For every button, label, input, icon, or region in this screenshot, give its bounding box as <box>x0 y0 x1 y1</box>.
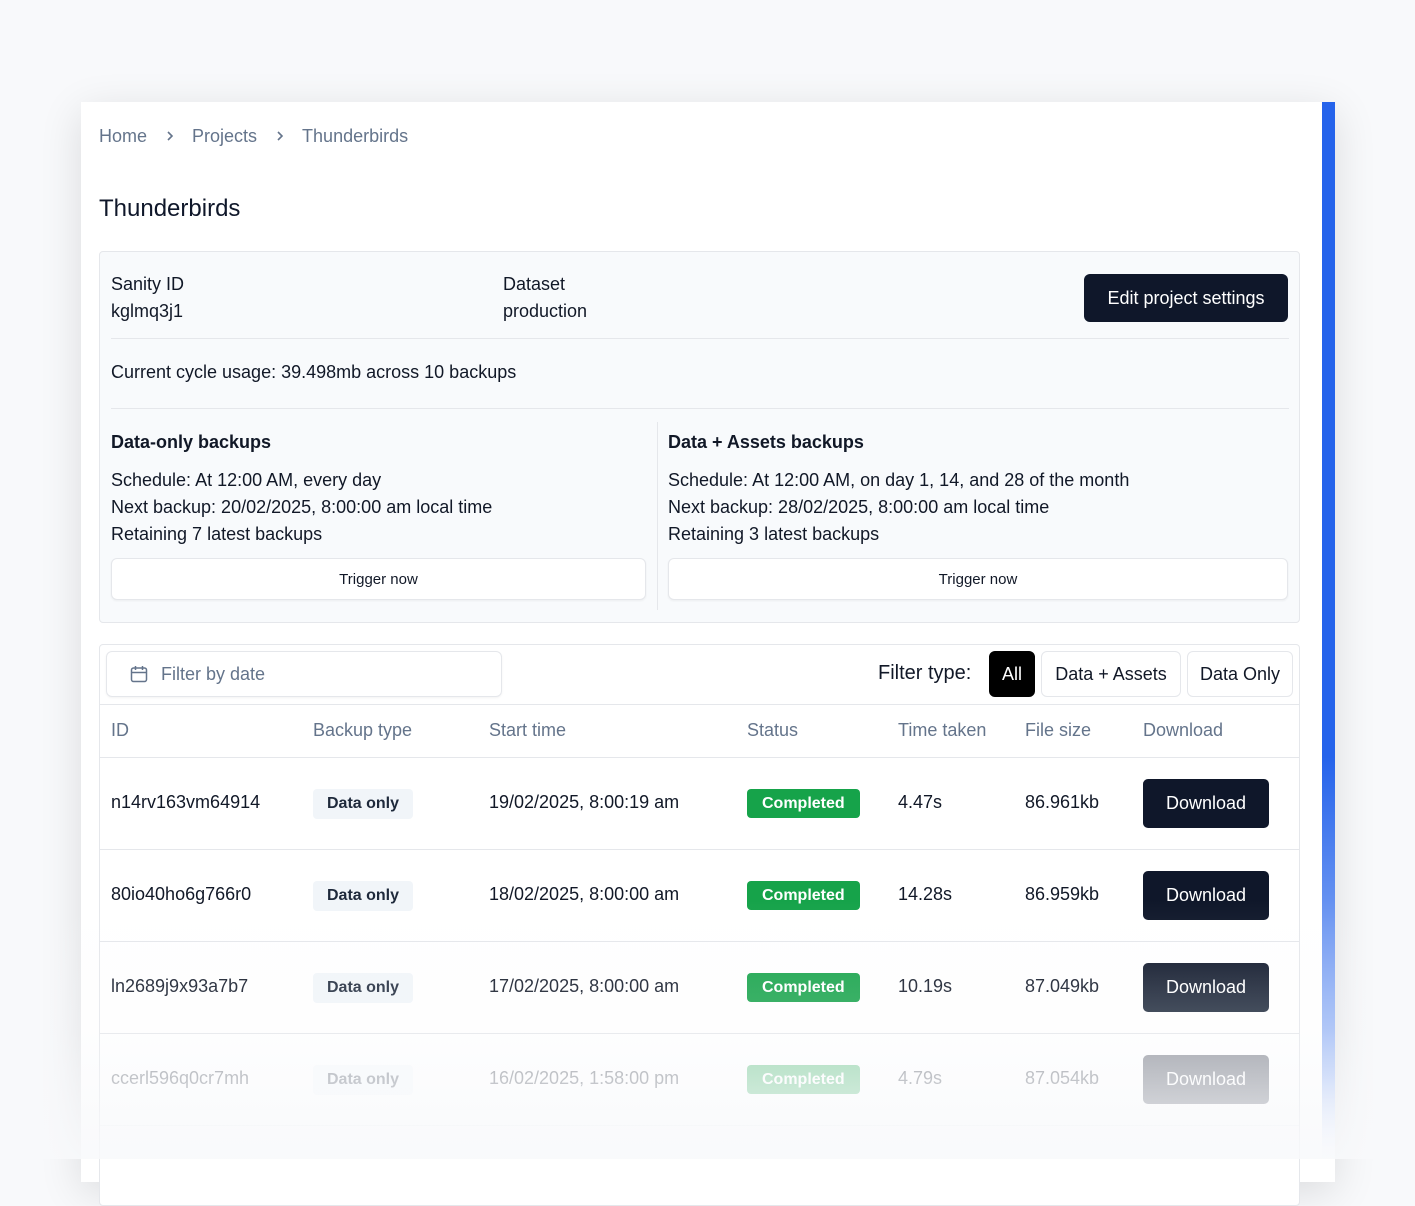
dataset-label: Dataset <box>503 274 566 294</box>
backups-table-card: Filter type: All Data + Assets Data Only… <box>99 644 1300 1206</box>
divider <box>111 408 1289 409</box>
backup-id: ln2689j9x93a7b7 <box>111 976 249 996</box>
filter-type-label: Filter type: <box>878 662 972 684</box>
header-file-size: File size <box>1025 720 1092 740</box>
divider <box>111 338 1289 339</box>
project-info-card: Sanity ID kglmq3j1 Dataset production Ed… <box>99 251 1300 623</box>
data-only-title: Data-only backups <box>111 432 272 452</box>
download-button[interactable]: Download <box>1143 1055 1269 1104</box>
dataset-value: production <box>503 301 588 321</box>
backup-id: 80io40ho6g766r0 <box>111 884 252 904</box>
usage-summary: Current cycle usage: 39.498mb across 10 … <box>111 362 517 382</box>
time-taken: 10.19s <box>898 976 953 996</box>
trigger-data-only-button[interactable]: Trigger now <box>111 558 646 600</box>
time-taken: 4.79s <box>898 1068 943 1088</box>
date-filter-input[interactable] <box>159 662 463 686</box>
status-badge: Completed <box>747 881 860 910</box>
column-divider <box>657 422 658 610</box>
header-status: Status <box>747 720 799 740</box>
download-button[interactable]: Download <box>1143 963 1269 1012</box>
data-only-retaining: Retaining 7 latest backups <box>111 524 323 544</box>
sanity-id-label: Sanity ID <box>111 274 185 294</box>
date-filter[interactable] <box>106 651 502 697</box>
sanity-id-value: kglmq3j1 <box>111 301 184 321</box>
edit-project-settings-button[interactable]: Edit project settings <box>1084 274 1288 322</box>
table-row: ccerl596q0cr7mh Data only 16/02/2025, 1:… <box>100 1034 1299 1126</box>
download-button[interactable]: Download <box>1143 871 1269 920</box>
breadcrumb-projects[interactable]: Projects <box>192 126 257 147</box>
time-taken: 14.28s <box>898 884 953 904</box>
filter-all-button[interactable]: All <box>989 651 1035 697</box>
backup-type-badge: Data only <box>313 1065 414 1095</box>
data-assets-schedule: Schedule: At 12:00 AM, on day 1, 14, and… <box>668 470 1130 490</box>
table-row: n14rv163vm64914 Data only 19/02/2025, 8:… <box>100 758 1299 850</box>
breadcrumb-home[interactable]: Home <box>99 126 147 147</box>
header-download: Download <box>1143 720 1224 740</box>
start-time: 18/02/2025, 8:00:00 am <box>489 884 680 904</box>
breadcrumb-current[interactable]: Thunderbirds <box>302 126 408 147</box>
start-time: 17/02/2025, 8:00:00 am <box>489 976 680 996</box>
backup-type-badge: Data only <box>313 789 414 819</box>
filter-data-only-button[interactable]: Data Only <box>1187 651 1293 697</box>
file-size: 87.054kb <box>1025 1068 1100 1088</box>
status-badge: Completed <box>747 1065 860 1094</box>
backup-id: ccerl596q0cr7mh <box>111 1068 250 1088</box>
chevron-right-icon <box>257 130 302 142</box>
backup-id: n14rv163vm64914 <box>111 792 261 812</box>
data-only-next: Next backup: 20/02/2025, 8:00:00 am loca… <box>111 497 493 517</box>
start-time: 19/02/2025, 8:00:19 am <box>489 792 680 812</box>
table-row: ln2689j9x93a7b7 Data only 17/02/2025, 8:… <box>100 942 1299 1034</box>
file-size: 87.049kb <box>1025 976 1100 996</box>
table-header: ID Backup type Start time Status Time ta… <box>100 704 1299 758</box>
header-start-time: Start time <box>489 720 567 740</box>
app-window: Home Projects Thunderbirds Thunderbirds … <box>81 102 1335 1206</box>
file-size: 86.959kb <box>1025 884 1100 904</box>
data-only-schedule: Schedule: At 12:00 AM, every day <box>111 470 382 490</box>
backup-type-badge: Data only <box>313 973 414 1003</box>
file-size: 86.961kb <box>1025 792 1100 812</box>
header-id: ID <box>111 720 129 740</box>
filter-data-assets-button[interactable]: Data + Assets <box>1041 651 1181 697</box>
data-assets-title: Data + Assets backups <box>668 432 864 452</box>
status-badge: Completed <box>747 973 860 1002</box>
data-assets-retaining: Retaining 3 latest backups <box>668 524 880 544</box>
start-time: 16/02/2025, 1:58:00 pm <box>489 1068 680 1088</box>
backup-type-badge: Data only <box>313 881 414 911</box>
header-backup-type: Backup type <box>313 720 413 740</box>
accent-scroll-bar <box>1322 102 1335 1159</box>
download-button[interactable]: Download <box>1143 779 1269 828</box>
calendar-icon <box>129 664 149 684</box>
data-assets-next: Next backup: 28/02/2025, 8:00:00 am loca… <box>668 497 1050 517</box>
table-row: 80io40ho6g766r0 Data only 18/02/2025, 8:… <box>100 850 1299 942</box>
breadcrumb: Home Projects Thunderbirds <box>99 124 408 148</box>
chevron-right-icon <box>147 130 192 142</box>
status-badge: Completed <box>747 789 860 818</box>
page-title: Thunderbirds <box>99 195 241 222</box>
trigger-data-assets-button[interactable]: Trigger now <box>668 558 1288 600</box>
time-taken: 4.47s <box>898 792 943 812</box>
header-time-taken: Time taken <box>898 720 987 740</box>
